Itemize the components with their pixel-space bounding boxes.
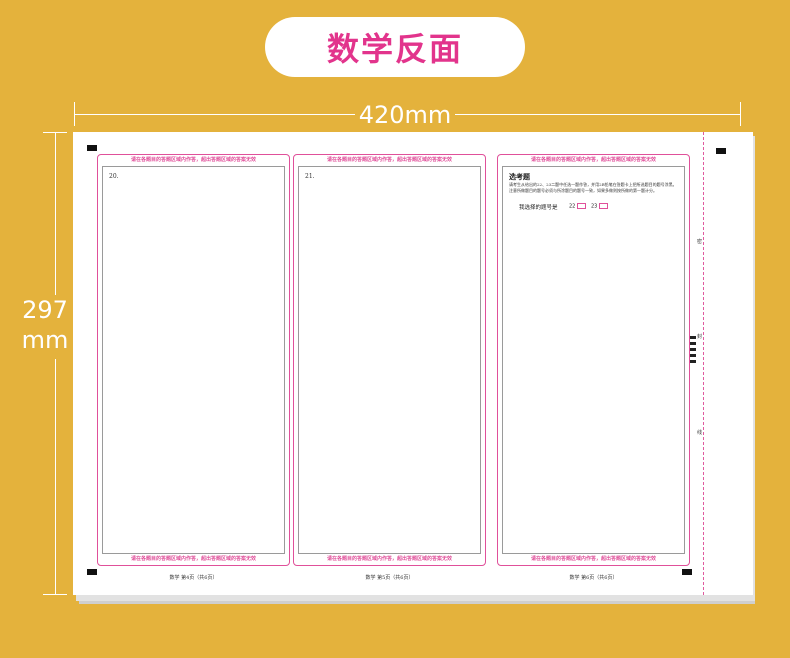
- alignment-marker-bottom-left: [87, 569, 97, 575]
- page-footer: 数学 第5页（共6页）: [365, 575, 414, 581]
- height-dimension-tick-bottom: [43, 594, 67, 595]
- option-23-checkbox[interactable]: [599, 203, 609, 209]
- answer-area-20[interactable]: 20.: [102, 166, 285, 554]
- answer-area-optional[interactable]: 选考题 请考生从给出的22、23二题中任选一题作答，并用2B铅笔在答题卡上把所选…: [502, 166, 685, 554]
- option-22[interactable]: 22: [569, 203, 587, 210]
- seal-char-1: 密: [697, 239, 703, 245]
- boundary-note-top: 请在各题目的答题区域内作答，超出答题区域的答案无效: [130, 157, 256, 163]
- side-marker-3: [690, 348, 696, 351]
- side-marker-1: [690, 336, 696, 339]
- optional-section-title: 选考题: [509, 172, 530, 181]
- seal-char-3: 线: [697, 430, 703, 436]
- side-marker-5: [690, 360, 696, 363]
- option-23[interactable]: 23: [591, 203, 609, 210]
- height-dimension-label: 297 mm: [15, 295, 75, 359]
- seal-line: [703, 132, 704, 595]
- boundary-note-bottom: 请在各题目的答题区域内作答，超出答题区域的答案无效: [530, 556, 656, 562]
- optional-instructions: 请考生从给出的22、23二题中任选一题作答，并用2B铅笔在答题卡上把所选题目的题…: [509, 182, 677, 193]
- boundary-note-top: 请在各题目的答题区域内作答，超出答题区域的答案无效: [326, 157, 452, 163]
- alignment-marker-top-left: [87, 145, 97, 151]
- alignment-marker-top-right: [716, 148, 726, 154]
- question-number: 20.: [109, 173, 119, 180]
- answer-panel-21: 请在各题目的答题区域内作答，超出答题区域的答案无效 21. 请在各题目的答题区域…: [293, 154, 486, 566]
- page-title: 数学反面: [265, 17, 525, 77]
- option-22-checkbox[interactable]: [577, 203, 587, 209]
- answer-sheet: 请在各题目的答题区域内作答，超出答题区域的答案无效 20. 请在各题目的答题区域…: [73, 132, 753, 595]
- side-marker-4: [690, 354, 696, 357]
- side-marker-2: [690, 342, 696, 345]
- boundary-note-top: 请在各题目的答题区域内作答，超出答题区域的答案无效: [530, 157, 656, 163]
- choice-label: 我选择的题号是: [519, 205, 558, 211]
- width-dimension-tick-left: [74, 102, 75, 126]
- page-footer: 数学 第6页（共6页）: [569, 575, 618, 581]
- height-dimension-tick-top: [43, 132, 67, 133]
- option-22-label: 22: [569, 203, 576, 210]
- seal-char-2: 封: [697, 334, 703, 340]
- boundary-note-bottom: 请在各题目的答题区域内作答，超出答题区域的答案无效: [130, 556, 256, 562]
- answer-panel-optional: 请在各题目的答题区域内作答，超出答题区域的答案无效 选考题 请考生从给出的22、…: [497, 154, 690, 566]
- boundary-note-bottom: 请在各题目的答题区域内作答，超出答题区域的答案无效: [326, 556, 452, 562]
- page-footer: 数学 第4页（共6页）: [169, 575, 218, 581]
- answer-panel-20: 请在各题目的答题区域内作答，超出答题区域的答案无效 20. 请在各题目的答题区域…: [97, 154, 290, 566]
- height-dimension-line: [55, 132, 56, 594]
- width-dimension-label: 420mm: [355, 100, 455, 130]
- height-dimension-value: 297: [22, 296, 68, 324]
- question-number: 21.: [305, 173, 315, 180]
- height-dimension-unit: mm: [21, 326, 69, 354]
- option-23-label: 23: [591, 203, 598, 210]
- answer-area-21[interactable]: 21.: [298, 166, 481, 554]
- width-dimension-tick-right: [740, 102, 741, 126]
